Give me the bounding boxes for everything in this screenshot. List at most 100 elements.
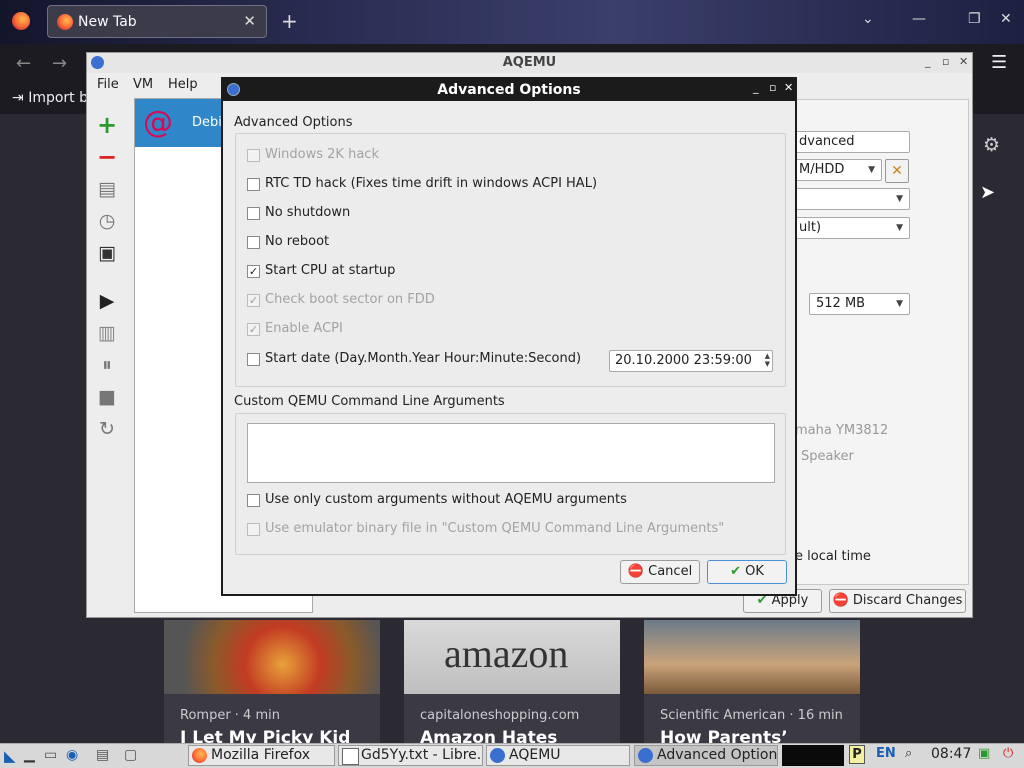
add-vm-icon[interactable]: +: [95, 113, 119, 137]
cpu-select[interactable]: ult) ▼: [792, 217, 910, 239]
checkbox[interactable]: [247, 494, 260, 507]
spinner-arrows-icon[interactable]: ▲ ▼: [765, 352, 770, 368]
checkbox[interactable]: [247, 236, 260, 249]
checkbox[interactable]: [247, 178, 260, 191]
debian-swirl-icon: @: [143, 105, 173, 140]
start-menu-icon[interactable]: ◣: [4, 747, 16, 765]
story-card[interactable]: ama​zon capitaloneshopping.com Amazon Ha…: [404, 620, 620, 746]
import-bookmarks-link[interactable]: ⇥ Import b: [12, 90, 88, 106]
task-label: AQEMU: [509, 747, 561, 763]
story-card[interactable]: Scientific American · 16 min How Parents…: [644, 620, 860, 746]
task-aqemu[interactable]: AQEMU: [486, 745, 630, 766]
firefox-icon: [192, 748, 207, 763]
dialog-minimize-icon[interactable]: _: [753, 81, 759, 94]
clock-icon[interactable]: ◷: [95, 209, 119, 233]
clock[interactable]: 08:47: [931, 746, 971, 762]
dialog-titlebar: Advanced Options: [223, 79, 795, 101]
option-label: RTC TD hack (Fixes time drift in windows…: [265, 176, 598, 191]
aqemu-maximize-icon[interactable]: ▫: [942, 55, 949, 68]
tab-list-chevron-icon[interactable]: ⌄: [862, 11, 874, 27]
chevron-down-icon: ▼: [896, 223, 903, 233]
stop-icon[interactable]: ■: [95, 385, 119, 409]
check-icon: ✔: [730, 564, 746, 579]
tab-close-icon[interactable]: ✕: [243, 12, 256, 30]
task-libreoffice[interactable]: Gd5Yy.txt - Libre...: [338, 745, 483, 766]
checkbox-checked[interactable]: ✓: [247, 265, 260, 278]
show-desktop-icon[interactable]: ▁: [24, 747, 35, 763]
menu-file[interactable]: File: [97, 77, 119, 92]
terminal-icon[interactable]: ▣: [95, 241, 119, 265]
option-label: Start date (Day.Month.Year Hour:Minute:S…: [265, 351, 582, 366]
checkbox-checked[interactable]: ✓: [247, 323, 260, 336]
hamburger-menu-icon[interactable]: ☰: [991, 52, 1007, 73]
menu-help[interactable]: Help: [168, 77, 198, 92]
advanced-options-group-label: Advanced Options: [234, 115, 353, 130]
customize-gear-icon[interactable]: ⚙: [983, 134, 1000, 156]
checkbox[interactable]: [247, 207, 260, 220]
cancel-button[interactable]: ⛔ Cancel: [620, 560, 700, 584]
back-arrow-icon[interactable]: ←: [16, 53, 31, 74]
search-icon[interactable]: ⌕: [905, 746, 912, 761]
remove-vm-icon[interactable]: −: [95, 145, 119, 169]
start-date-value: 20.10.2000 23:59:00: [615, 353, 752, 368]
task-firefox[interactable]: Mozilla Firefox: [188, 745, 335, 766]
ok-button[interactable]: ✔ OK: [707, 560, 787, 584]
terminal-launcher-icon[interactable]: ▤: [96, 747, 109, 763]
clipboard-p-icon[interactable]: P: [849, 745, 865, 764]
checkbox[interactable]: [247, 353, 260, 366]
power-icon[interactable]: ⏻: [1003, 746, 1013, 761]
boot-order-select[interactable]: M/HDD ▼: [792, 159, 882, 181]
machine-select[interactable]: ▼: [792, 188, 910, 210]
discard-changes-button[interactable]: ⛔ Discard Changes: [829, 589, 966, 613]
close-window-icon[interactable]: ✕: [1000, 11, 1012, 27]
tab-advanced[interactable]: dvanced: [792, 131, 910, 153]
checkbox[interactable]: [247, 149, 260, 162]
keyboard-layout[interactable]: EN: [876, 746, 896, 761]
restore-icon[interactable]: ❐: [968, 11, 981, 27]
memory-select[interactable]: 512 MB ▼: [809, 293, 910, 315]
option-label: Enable ACPI: [265, 321, 343, 336]
dialog-title: Advanced Options: [437, 82, 581, 98]
aqemu-minimize-icon[interactable]: _: [925, 55, 931, 68]
forward-arrow-icon[interactable]: →: [52, 53, 67, 74]
tab-new-tab[interactable]: New Tab ✕: [47, 5, 267, 38]
browser-launcher-icon[interactable]: ◉: [66, 747, 78, 763]
reset-icon[interactable]: ↻: [95, 417, 119, 441]
firefox-logo-icon[interactable]: [12, 12, 30, 30]
window-list-icon[interactable]: ▣: [978, 746, 990, 761]
boot-settings-tools-icon[interactable]: ✕: [885, 159, 909, 183]
dialog-logo-icon: [227, 83, 240, 96]
checkbox[interactable]: [247, 523, 260, 536]
window-launcher-icon[interactable]: ▢: [124, 747, 137, 763]
custom-args-group-label: Custom QEMU Command Line Arguments: [234, 394, 505, 409]
disk-icon[interactable]: ▤: [95, 177, 119, 201]
custom-args-textarea[interactable]: [247, 423, 775, 483]
start-date-field[interactable]: 20.10.2000 23:59:00 ▲ ▼: [609, 350, 773, 372]
checkbox-checked[interactable]: ✓: [247, 294, 260, 307]
task-advanced-options[interactable]: Advanced Options: [634, 745, 778, 766]
import-icon: ⇥: [12, 90, 29, 106]
dialog-close-icon[interactable]: ✕: [784, 81, 793, 94]
option-label: No shutdown: [265, 205, 351, 220]
vm-list-item[interactable]: @ Debi: [135, 99, 225, 147]
story-image: ama​zon: [404, 620, 620, 694]
minimize-icon[interactable]: —: [912, 11, 926, 27]
discard-label: Discard Changes: [852, 593, 963, 608]
tab-advanced-label: dvanced: [799, 134, 855, 149]
story-card[interactable]: Romper · 4 min I Let My Picky Kid: [164, 620, 380, 746]
cpu-monitor-graph: [782, 745, 844, 766]
file-manager-icon[interactable]: ▭: [44, 747, 57, 763]
new-tab-button[interactable]: +: [281, 9, 298, 33]
aqemu-close-icon[interactable]: ✕: [959, 55, 968, 68]
task-label: Gd5Yy.txt - Libre...: [361, 747, 483, 763]
save-icon[interactable]: ▥: [95, 321, 119, 345]
play-icon[interactable]: ▶: [95, 289, 119, 313]
tab-title: New Tab: [78, 14, 137, 30]
menu-vm[interactable]: VM: [133, 77, 153, 92]
sound-card-speaker: Speaker: [801, 449, 854, 464]
cpu-value: ult): [799, 220, 822, 235]
option-label: Windows 2K hack: [265, 147, 379, 162]
advanced-options-dialog: Advanced Options _ ▫ ✕ Advanced Options …: [221, 77, 797, 596]
dialog-maximize-icon[interactable]: ▫: [769, 81, 776, 94]
pause-icon[interactable]: ⏸: [95, 353, 119, 377]
